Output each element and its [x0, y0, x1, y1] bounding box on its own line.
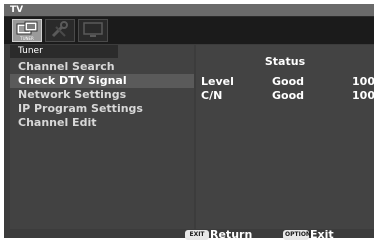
- exit-key-badge[interactable]: EXIT: [185, 230, 209, 240]
- status-value: 100: [352, 89, 375, 102]
- title-bar: TV: [4, 4, 374, 17]
- status-quality: Good: [272, 89, 305, 102]
- option-key-badge[interactable]: OPTION: [283, 230, 311, 240]
- panel-header-label: Tuner: [18, 46, 43, 56]
- status-panel: Status Level Good 100 C/N Good 100: [196, 45, 375, 229]
- window-title: TV: [10, 5, 24, 15]
- tab-settings[interactable]: [45, 19, 75, 42]
- status-quality: Good: [272, 75, 305, 88]
- tools-icon: [51, 21, 68, 38]
- menu-item-ip-program-settings[interactable]: IP Program Settings: [10, 102, 194, 116]
- tv-menu-window: TV TUNER Tuner Channel Search Check DTV …: [4, 4, 375, 238]
- status-label: C/N: [201, 89, 223, 102]
- status-row-level: Level Good 100: [196, 75, 375, 89]
- footer-bar: EXIT Return OPTION Exit: [0, 228, 370, 242]
- panel-header: Tuner: [10, 45, 118, 58]
- monitor-icon: [83, 22, 103, 37]
- tab-picture[interactable]: [78, 19, 108, 42]
- status-label: Level: [201, 75, 234, 88]
- menu-item-channel-search[interactable]: Channel Search: [10, 60, 194, 74]
- tuner-icon: [16, 21, 38, 35]
- tab-tuner-caption: TUNER: [20, 36, 34, 41]
- menu-item-check-dtv-signal[interactable]: Check DTV Signal: [10, 74, 194, 88]
- status-title: Status: [264, 55, 306, 68]
- tab-tuner[interactable]: TUNER: [12, 19, 42, 42]
- menu-item-channel-edit[interactable]: Channel Edit: [10, 116, 194, 130]
- return-label[interactable]: Return: [210, 228, 252, 242]
- icon-tab-bar: TUNER: [4, 17, 374, 44]
- tuner-menu-panel: Tuner Channel Search Check DTV Signal Ne…: [10, 45, 194, 229]
- menu-item-network-settings[interactable]: Network Settings: [10, 88, 194, 102]
- status-row-cn: C/N Good 100: [196, 89, 375, 103]
- exit-label[interactable]: Exit: [310, 228, 334, 242]
- status-value: 100: [352, 75, 375, 88]
